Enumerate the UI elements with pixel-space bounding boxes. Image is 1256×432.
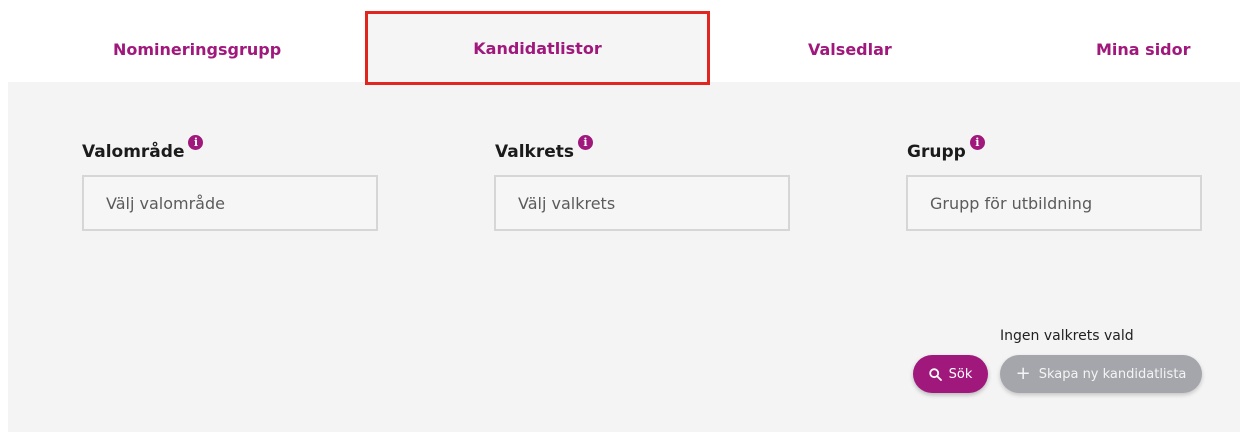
search-icon — [928, 367, 942, 381]
search-button-label: Sök — [948, 366, 973, 382]
status-text: Ingen valkrets vald — [1000, 328, 1134, 344]
grupp-label-group: Grupp i — [907, 135, 985, 162]
valomrade-label-group: Valområde i — [82, 135, 204, 162]
grupp-select[interactable]: Grupp för utbildning — [906, 175, 1202, 231]
valkrets-placeholder: Välj valkrets — [518, 193, 616, 213]
grupp-label: Grupp — [907, 142, 966, 162]
create-candidate-list-button[interactable]: + Skapa ny kandidatlista — [1000, 355, 1202, 393]
tab-mina-sidor[interactable]: Mina sidor — [1096, 40, 1191, 59]
valomrade-select[interactable]: Välj valområde — [82, 175, 378, 231]
tab-valsedlar[interactable]: Valsedlar — [808, 40, 892, 59]
valomrade-placeholder: Välj valområde — [106, 193, 225, 213]
search-button[interactable]: Sök — [913, 355, 988, 393]
valkrets-label-group: Valkrets i — [495, 135, 593, 162]
info-icon[interactable]: i — [969, 135, 985, 150]
valomrade-label: Valområde — [82, 142, 185, 162]
tab-kandidatlistor[interactable]: Kandidatlistor — [365, 11, 710, 85]
info-icon[interactable]: i — [188, 135, 204, 150]
info-icon[interactable]: i — [578, 135, 593, 150]
plus-icon: + — [1015, 363, 1031, 384]
valkrets-label: Valkrets — [495, 142, 574, 162]
grupp-value: Grupp för utbildning — [930, 193, 1093, 213]
tab-nomineringsgrupp[interactable]: Nomineringsgrupp — [113, 40, 281, 59]
create-button-label: Skapa ny kandidatlista — [1038, 366, 1187, 382]
valkrets-select[interactable]: Välj valkrets — [494, 175, 790, 231]
tab-kandidatlistor-label: Kandidatlistor — [473, 38, 602, 58]
